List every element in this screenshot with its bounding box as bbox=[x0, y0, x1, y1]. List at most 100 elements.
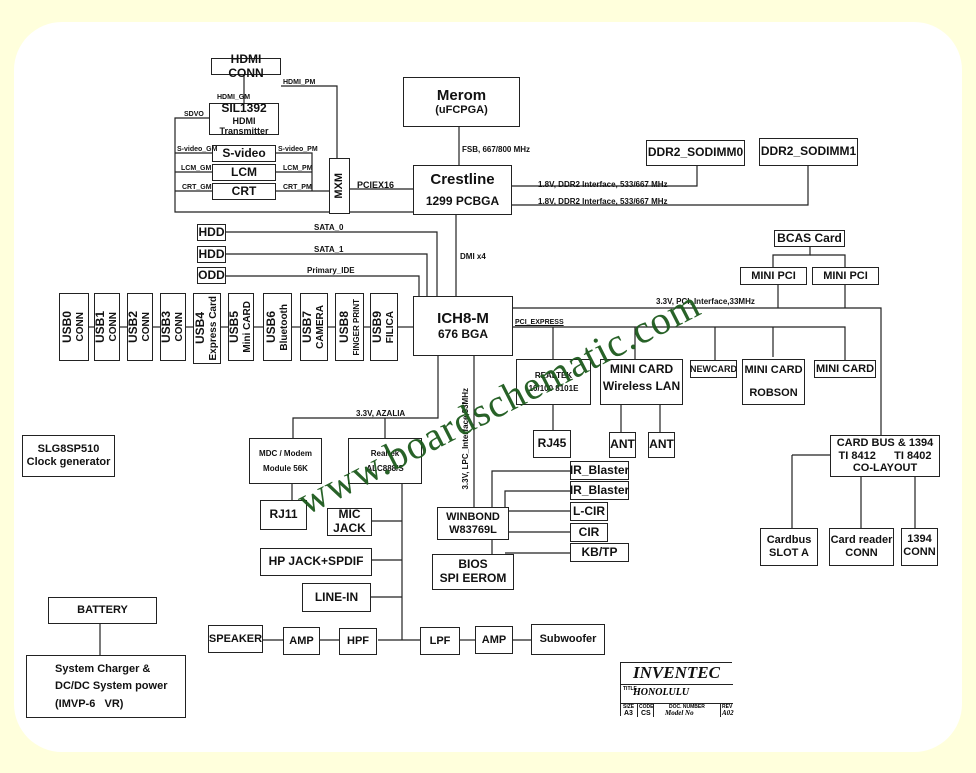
block-sublabel: Wireless LAN bbox=[602, 378, 681, 393]
hdd1-block: HDD bbox=[197, 246, 226, 263]
company-name: INVENTEC bbox=[633, 663, 720, 682]
block-label: LPF bbox=[429, 634, 451, 647]
block-label: MINI PCI bbox=[823, 269, 868, 282]
block-label: Card reader bbox=[830, 534, 893, 547]
block-label: USB8 bbox=[337, 310, 351, 343]
hdmi-conn-block: HDMI CONN bbox=[211, 52, 281, 79]
signal-pciex16: PCIEX16 bbox=[357, 180, 395, 190]
kb-tp-block: KB/TP bbox=[570, 543, 629, 562]
newcard-block: NEWCARD bbox=[690, 360, 737, 378]
ich8m-block: ICH8-M 676 BGA bbox=[413, 296, 513, 356]
block-label: KB/TP bbox=[581, 544, 618, 559]
signal-pci-express: PCI_EXPRESS bbox=[515, 319, 564, 326]
block-sublabel-2: CO-LAYOUT bbox=[852, 462, 918, 475]
lpf-block: LPF bbox=[420, 627, 460, 655]
block-sublabel: CONN bbox=[108, 312, 120, 342]
block-label: RJ11 bbox=[269, 507, 298, 522]
line-in-block: LINE-IN bbox=[302, 583, 371, 612]
cardbus-slot-block: Cardbus SLOT A bbox=[760, 528, 818, 566]
mxm-block: MXM bbox=[329, 158, 350, 214]
project-title: HONOLULU bbox=[633, 687, 690, 698]
merom-cpu-block: Merom (uFCPGA) bbox=[403, 77, 520, 127]
ddr2-sodimm0-block: DDR2_SODIMM0 bbox=[646, 140, 745, 166]
block-label: USB6 bbox=[263, 310, 278, 343]
block-label: ANT bbox=[649, 437, 674, 452]
block-label: CARD BUS & 1394 bbox=[836, 437, 934, 450]
signal-fsb: FSB, 667/800 MHz bbox=[462, 145, 531, 154]
doc-number-value: Model No bbox=[665, 709, 694, 717]
cir-block: CIR bbox=[570, 523, 608, 542]
block-sublabel: Bluetooth bbox=[278, 303, 290, 351]
signal-sata0: SATA_0 bbox=[314, 223, 344, 232]
block-label: HDD bbox=[198, 224, 225, 239]
block-label: USB2 bbox=[126, 310, 141, 343]
block-label: DDR2_SODIMM0 bbox=[647, 145, 744, 160]
mini-card-block: MINI CARD bbox=[814, 360, 876, 378]
signal-svideo-pm: S-video_PM bbox=[278, 146, 318, 153]
subwoofer-block: Subwoofer bbox=[531, 624, 605, 655]
crestline-block: Crestline 1299 PCBGA bbox=[413, 165, 512, 215]
cardbus-1394-controller-block: CARD BUS & 1394 TI 8412 TI 8402 CO-LAYOU… bbox=[830, 435, 940, 477]
block-label: HPF bbox=[347, 635, 369, 648]
usb1-block: USB1 CONN bbox=[93, 293, 120, 361]
usb7-block: USB7 CAMERA bbox=[300, 293, 328, 361]
block-sublabel: FINGER PRINT bbox=[351, 298, 361, 356]
block-sublabel: 676 BGA bbox=[437, 326, 489, 341]
title-block-separator bbox=[653, 703, 654, 717]
signal-sata1: SATA_1 bbox=[314, 245, 344, 254]
signal-dmi: DMI x4 bbox=[460, 252, 486, 261]
block-label: MINI CARD bbox=[744, 364, 803, 377]
signal-hdmi-pm: HDMI_PM bbox=[283, 79, 316, 86]
block-label: USB1 bbox=[93, 310, 108, 343]
title-block: INVENTEC TITLE HONOLULU SIZE A3 CODE CS … bbox=[620, 662, 734, 717]
block-label: BATTERY bbox=[77, 604, 128, 617]
block-label: MINI PCI bbox=[751, 269, 796, 282]
block-sublabel: JACK bbox=[333, 521, 366, 535]
signal-lcm-gm: LCM_GM bbox=[181, 165, 212, 172]
block-sublabel: (uFCPGA) bbox=[435, 104, 488, 117]
clock-generator-block: SLG8SP510 Clock generator bbox=[22, 435, 115, 477]
block-label: Subwoofer bbox=[539, 633, 597, 646]
hpf-block: HPF bbox=[339, 628, 377, 655]
block-label: MDC / Modem bbox=[259, 449, 312, 459]
block-sublabel: CONN bbox=[75, 312, 87, 342]
signal-sdvo: SDVO bbox=[184, 111, 204, 118]
usb5-block: USB5 Mini CARD bbox=[227, 293, 254, 361]
block-label: L-CIR bbox=[573, 503, 605, 518]
signal-hdmi-gm: HDMI_GM bbox=[217, 94, 251, 101]
block-label: BCAS Card bbox=[777, 230, 842, 245]
block-sublabel: CONN bbox=[174, 312, 186, 342]
block-label: MXM bbox=[333, 173, 346, 199]
block-label: CIR bbox=[578, 524, 600, 539]
block-sublabel: SLOT A bbox=[769, 547, 809, 559]
block-label: USB0 bbox=[60, 310, 75, 343]
rev-value: A02 bbox=[722, 709, 734, 717]
title-block-divider bbox=[621, 684, 733, 685]
ddr2-sodimm1-block: DDR2_SODIMM1 bbox=[759, 138, 858, 166]
winbond-superio-block: WINBOND W83769L bbox=[437, 507, 509, 540]
battery-block: BATTERY bbox=[48, 597, 157, 624]
block-label: WINBOND bbox=[446, 510, 500, 523]
block-label: DDR2_SODIMM1 bbox=[760, 144, 857, 159]
ir-blaster-2-block: IR_Blaster bbox=[570, 481, 629, 500]
sil1392-block: SIL1392 HDMI Transmitter bbox=[209, 100, 279, 136]
block-label: ANT bbox=[610, 437, 635, 452]
block-sublabel: ROBSON bbox=[749, 387, 798, 399]
block-sublabel: 1299 PCBGA bbox=[425, 193, 500, 208]
system-charger-block: System Charger & DC/DC System power (IMV… bbox=[26, 655, 186, 718]
usb8-block: USB8 FINGER PRINT bbox=[335, 293, 364, 361]
block-label: CRT bbox=[231, 183, 257, 198]
block-label: SIL1392 bbox=[221, 100, 267, 115]
mini-card-robson-block: MINI CARD ROBSON bbox=[742, 359, 805, 405]
block-label: ODD bbox=[198, 267, 225, 282]
bcas-card-block: BCAS Card bbox=[774, 230, 845, 247]
signal-crt-pm: CRT_PM bbox=[283, 184, 312, 191]
block-label: HDD bbox=[198, 246, 225, 261]
block-sublabel: FILICA bbox=[385, 310, 397, 344]
code-value: CS bbox=[641, 710, 651, 717]
signal-ddr-interface-1: 1.8V, DDR2 Interface, 533/667 MHz bbox=[538, 197, 668, 206]
conn-1394-block: 1394 CONN bbox=[901, 528, 938, 566]
block-label: SPEAKER bbox=[208, 632, 263, 645]
block-label: Merom bbox=[436, 87, 487, 105]
block-label: USB5 bbox=[227, 310, 242, 343]
